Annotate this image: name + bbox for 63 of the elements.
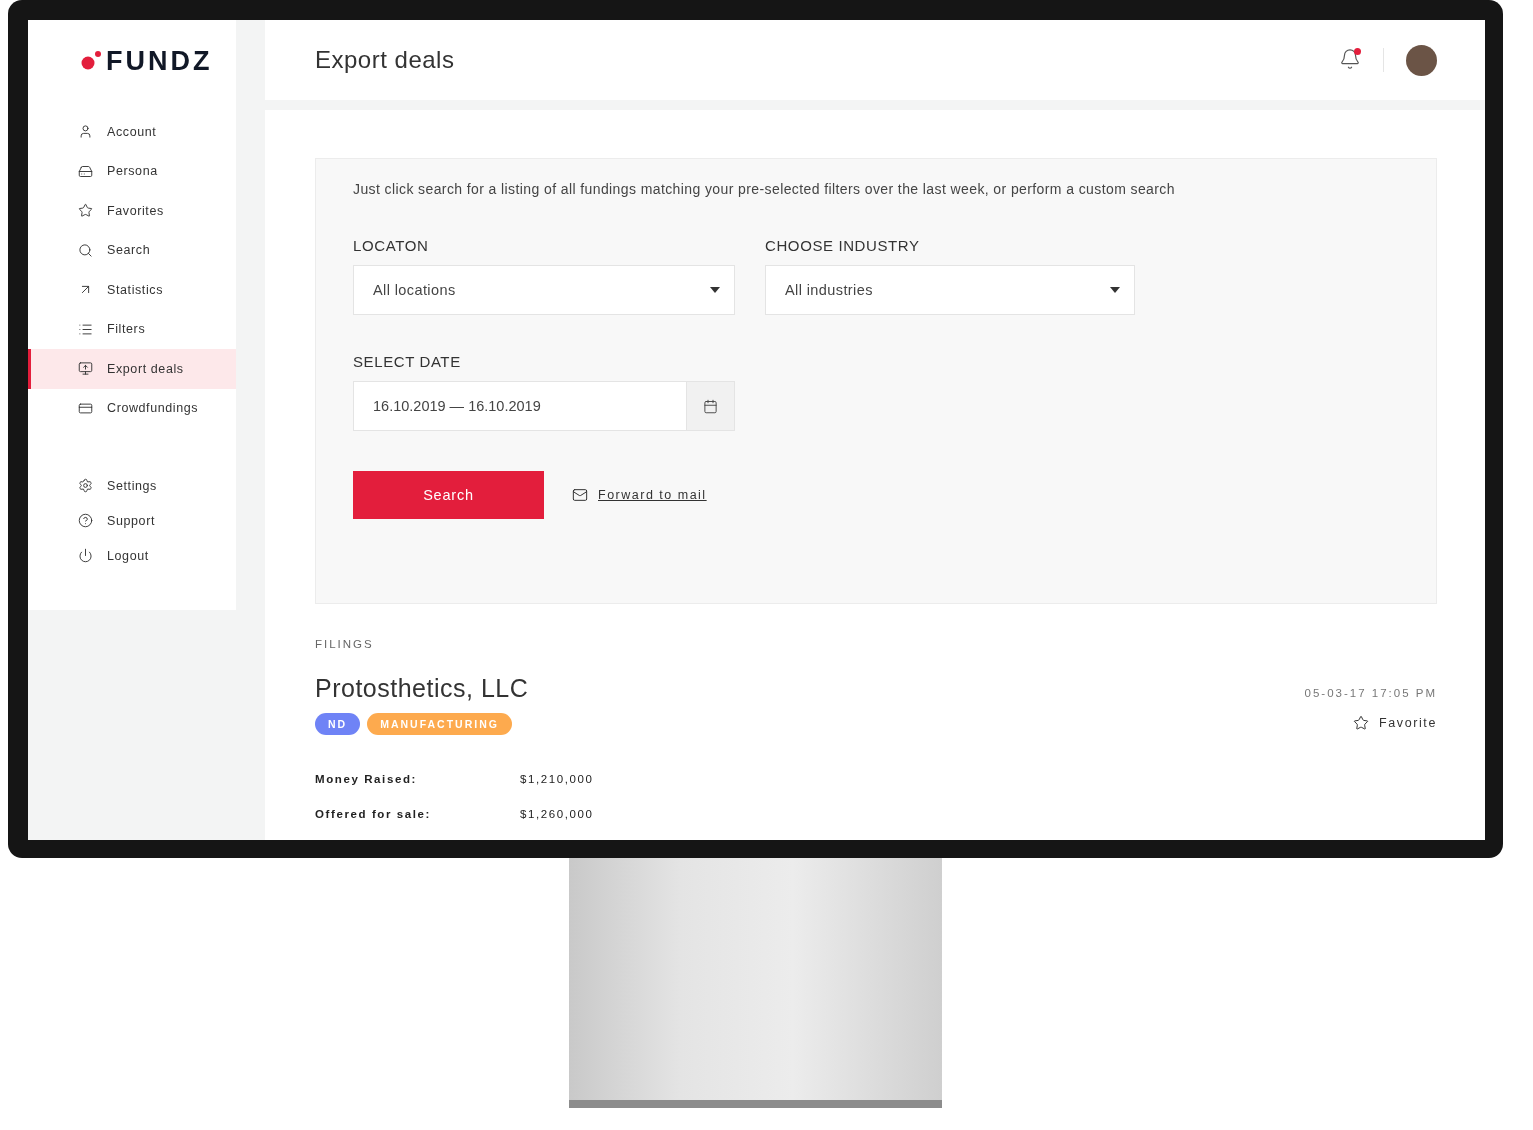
field-label: LOCATON (353, 237, 430, 254)
nav-item[interactable]: Favorites (28, 191, 236, 231)
nav-label: Search (107, 243, 151, 258)
nav-item[interactable]: Settings (28, 468, 236, 503)
intro-text: Just click search for a listing of all fundings matching your pre-selected filters over the last week, or perform a custom search (353, 181, 1176, 197)
person-icon (78, 124, 93, 140)
section-heading: FILINGS (315, 638, 375, 650)
drive-icon (78, 163, 93, 179)
nav-item[interactable]: Support (28, 503, 236, 538)
nav-item[interactable]: Account (28, 112, 236, 152)
field-label: SELECT DATE (353, 353, 462, 370)
nav-item[interactable]: Statistics (28, 270, 236, 310)
dropdown[interactable]: All locations (353, 265, 735, 315)
nav-item[interactable]: Persona (28, 151, 236, 191)
nav-label: Export deals (107, 361, 184, 376)
search-button[interactable]: Search (353, 471, 544, 519)
card-icon (78, 400, 93, 416)
nav-label: Crowdfundings (107, 401, 199, 416)
nav-item[interactable]: Logout (28, 538, 236, 573)
page-title: Export deals (315, 46, 456, 74)
fact-value: $1,210,000 (520, 773, 594, 785)
date-range-field[interactable]: 16.10.2019 — 16.10.2019 (353, 381, 735, 431)
avatar[interactable] (1406, 44, 1437, 76)
tag: MANUFACTURING (367, 713, 512, 735)
power-icon (78, 548, 93, 563)
nav-label: Settings (107, 478, 157, 493)
nav-item[interactable]: Search (28, 230, 236, 270)
logo-dots-icon (80, 51, 102, 71)
calendar-button[interactable] (686, 382, 734, 430)
notification-button[interactable] (1339, 48, 1361, 72)
monitor-upload-icon (78, 361, 93, 377)
favorite-button[interactable]: Favorite (1353, 715, 1437, 731)
star-icon (1353, 715, 1370, 731)
nav-label: Favorites (107, 203, 164, 218)
nav-label: Filters (107, 322, 146, 337)
list-icon (78, 321, 93, 337)
nav-label: Statistics (107, 282, 163, 297)
caret-icon (710, 287, 720, 293)
nav-item[interactable]: Crowdfundings (28, 388, 236, 428)
help-icon (78, 513, 93, 528)
forward-link[interactable]: Forward to mail (598, 488, 707, 502)
caret-icon (1110, 287, 1120, 293)
fact-value: $1,260,000 (520, 808, 594, 820)
nav-item[interactable]: Export deals (28, 349, 236, 389)
nav-label: Account (107, 124, 157, 139)
search-icon (78, 242, 93, 258)
nav-item[interactable]: Filters (28, 309, 236, 349)
calendar-icon (703, 398, 718, 414)
field-label: CHOOSE INDUSTRY (765, 237, 921, 254)
nav-label: Support (107, 513, 155, 528)
nav-label: Persona (107, 164, 158, 179)
fact-label: Offered for sale: (315, 808, 433, 820)
nav-label: Logout (107, 548, 149, 563)
tag: ND (315, 713, 361, 735)
settings-icon (78, 478, 93, 493)
mail-icon (572, 487, 588, 503)
company-name: Protosthetics, LLC (315, 674, 530, 703)
fact-label: Money Raised: (315, 773, 418, 785)
dropdown[interactable]: All industries (765, 265, 1135, 315)
logo-text: FUNDZ (106, 45, 213, 77)
bell-icon (1339, 48, 1361, 70)
timestamp: 05-03-17 17:05 PM (1304, 687, 1437, 699)
star-icon (78, 203, 93, 219)
